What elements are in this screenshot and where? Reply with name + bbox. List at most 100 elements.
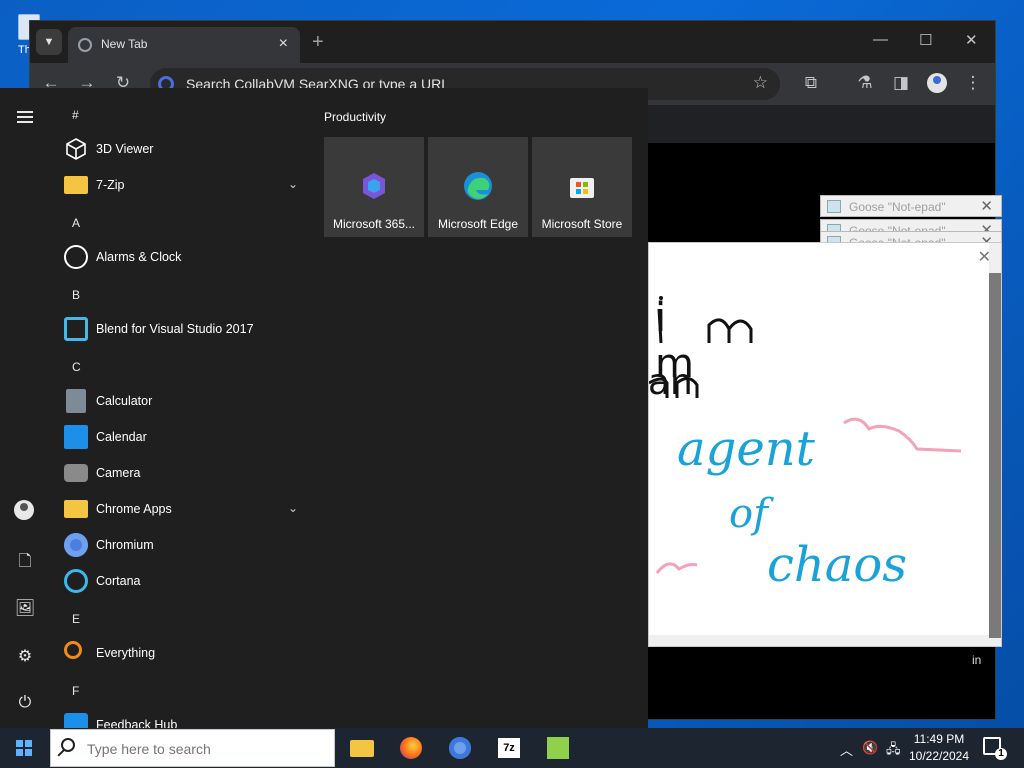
app-chromium[interactable]: Chromium: [62, 529, 306, 561]
letter-header[interactable]: C: [72, 360, 81, 374]
goose-notepad-window[interactable]: Goose "Not-epad" ✕: [820, 195, 1002, 217]
cube-icon: [66, 138, 86, 160]
tab-strip: ▼ New Tab × + — ☐ ✕: [30, 21, 995, 63]
folder-icon: [64, 500, 88, 518]
app-everything[interactable]: Everything: [62, 637, 306, 669]
taskbar-chromium[interactable]: [444, 732, 476, 764]
pictures-icon[interactable]: 🖼: [14, 598, 36, 620]
app-label: Calendar: [96, 430, 147, 444]
tiles-group-heading[interactable]: Productivity: [324, 110, 386, 124]
ink-stroke: [655, 562, 698, 574]
clock-time: 11:49 PM: [913, 732, 965, 746]
start-menu: 🗋 🖼 ⚙ ⏻ # 3D Viewer 7-Zip ⌄ A Alarms & C…: [0, 88, 648, 728]
vertical-scrollbar[interactable]: [989, 273, 1001, 638]
taskbar-7zip[interactable]: 7z: [493, 732, 525, 764]
minimize-button[interactable]: —: [873, 31, 888, 48]
notepad-icon: [827, 200, 841, 213]
page-edge-text: in: [972, 653, 982, 667]
start-rail: 🗋 🖼 ⚙ ⏻: [0, 88, 50, 728]
tile-label: Microsoft Edge: [437, 217, 519, 231]
close-window-button[interactable]: ✕: [965, 31, 978, 49]
tab-new-tab[interactable]: New Tab ×: [68, 27, 300, 63]
windows-logo-icon: [16, 740, 32, 756]
letter-header[interactable]: A: [72, 216, 80, 230]
menu-kebab-icon[interactable]: ⋮: [962, 73, 984, 93]
app-label: Calculator: [96, 394, 153, 408]
drawing-word-of: of: [729, 491, 768, 537]
volume-muted-icon[interactable]: 🔇: [862, 740, 878, 756]
seven-zip-icon: 7z: [498, 738, 520, 758]
app-alarms-clock[interactable]: Alarms & Clock: [62, 241, 306, 273]
app-chrome-apps[interactable]: Chrome Apps ⌄: [62, 493, 306, 525]
app-3d-viewer[interactable]: 3D Viewer: [62, 133, 306, 165]
everything-icon: [64, 641, 82, 659]
letter-header[interactable]: B: [72, 288, 80, 302]
network-icon[interactable]: 🖧: [886, 740, 901, 762]
new-tab-button[interactable]: +: [312, 31, 324, 54]
settings-gear-icon[interactable]: ⚙: [14, 646, 36, 668]
app-camera[interactable]: Camera: [62, 457, 306, 489]
taskbar-search-input[interactable]: [87, 739, 327, 759]
clock-date: 10/22/2024: [908, 749, 970, 763]
power-icon[interactable]: ⏻: [14, 694, 36, 716]
documents-icon[interactable]: 🗋: [14, 550, 36, 572]
chromium-icon: [64, 533, 88, 557]
letter-header[interactable]: #: [72, 108, 79, 122]
taskbar-file-explorer[interactable]: [346, 732, 378, 764]
app-label: Alarms & Clock: [96, 250, 182, 264]
alarm-clock-icon: [64, 245, 88, 269]
goose-notepad-title: Goose "Not-epad": [849, 200, 946, 214]
app-label: Chrome Apps: [96, 502, 172, 516]
notification-center-icon[interactable]: 1: [983, 737, 1007, 760]
notification-count-badge: 1: [995, 748, 1007, 760]
ink-stroke: [843, 417, 962, 453]
app-label: Chromium: [96, 538, 154, 552]
app-label: Cortana: [96, 574, 141, 588]
profile-avatar[interactable]: [927, 73, 947, 93]
app-feedback-hub[interactable]: Feedback Hub: [62, 709, 306, 728]
system-clock[interactable]: 11:49 PM 10/22/2024: [902, 731, 976, 765]
notepad-plus-icon: [547, 737, 569, 759]
start-button[interactable]: [0, 728, 48, 768]
search-icon: [61, 738, 75, 752]
drawing-word-an: an: [648, 362, 693, 403]
user-account-icon[interactable]: [14, 500, 36, 522]
tile-label: Microsoft Store: [541, 217, 623, 231]
tile-microsoft-365[interactable]: Microsoft 365...: [324, 137, 424, 237]
app-blend[interactable]: Blend for Visual Studio 2017: [62, 313, 306, 345]
chromium-icon: [449, 737, 471, 759]
file-explorer-icon: [350, 740, 374, 757]
app-label: Camera: [96, 466, 141, 480]
tab-search-button[interactable]: ▼: [36, 29, 62, 55]
letter-header[interactable]: F: [72, 684, 79, 698]
cortana-icon: [64, 569, 88, 593]
taskbar-search-box[interactable]: [50, 729, 335, 767]
app-label: Blend for Visual Studio 2017: [96, 322, 254, 336]
app-label: Everything: [96, 646, 156, 660]
extensions-icon[interactable]: ⧉: [800, 73, 822, 93]
app-cortana[interactable]: Cortana: [62, 565, 306, 597]
tab-close-button[interactable]: ×: [279, 35, 288, 53]
tile-microsoft-store[interactable]: Microsoft Store: [532, 137, 632, 237]
app-calculator[interactable]: Calculator: [62, 385, 306, 417]
hamburger-menu-icon[interactable]: [14, 108, 36, 130]
globe-icon: [78, 38, 92, 52]
blend-icon: [64, 317, 88, 341]
calendar-icon: [64, 425, 88, 449]
folder-icon: [64, 176, 88, 194]
labs-flask-icon[interactable]: ⚗: [854, 73, 876, 93]
bookmark-star-icon[interactable]: ☆: [753, 73, 768, 93]
taskbar-firefox[interactable]: [395, 732, 427, 764]
app-list: # 3D Viewer 7-Zip ⌄ A Alarms & Clock B B…: [54, 88, 310, 728]
taskbar-notepad-plus[interactable]: [542, 732, 574, 764]
show-hidden-icons-chevron-icon[interactable]: ︿: [840, 740, 853, 759]
letter-header[interactable]: E: [72, 612, 80, 626]
maximize-button[interactable]: ☐: [919, 31, 932, 49]
side-panel-icon[interactable]: ◨: [890, 73, 912, 93]
app-calendar[interactable]: Calendar: [62, 421, 306, 453]
app-7-zip[interactable]: 7-Zip ⌄: [62, 169, 306, 201]
tile-microsoft-edge[interactable]: Microsoft Edge: [428, 137, 528, 237]
store-icon: [570, 178, 594, 198]
firefox-icon: [400, 737, 422, 759]
goose-notepad-close[interactable]: ✕: [980, 197, 993, 215]
